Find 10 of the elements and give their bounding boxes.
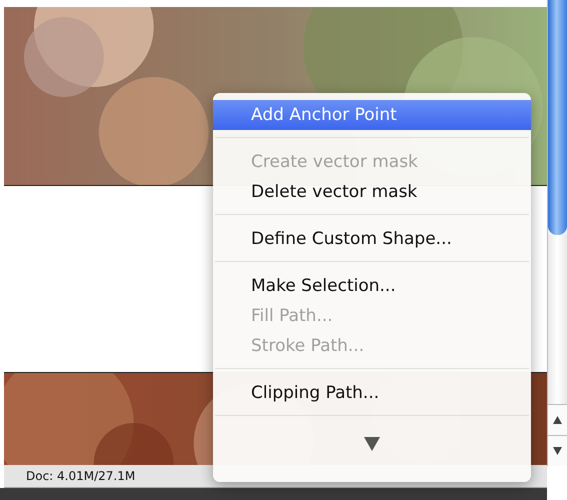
menu-item[interactable]: Add Anchor Point xyxy=(213,100,531,130)
scroll-up-icon[interactable] xyxy=(548,404,567,435)
menu-item[interactable]: Clipping Path... xyxy=(213,378,531,408)
menu-item[interactable]: Delete vector mask xyxy=(213,177,531,207)
document-size: Doc: 4.01M/27.1M xyxy=(26,469,136,483)
menu-item[interactable]: Define Custom Shape... xyxy=(213,224,531,254)
scroll-down-icon[interactable] xyxy=(364,437,380,451)
scroll-down-icon[interactable] xyxy=(548,435,567,466)
menu-item[interactable]: Make Selection... xyxy=(213,271,531,301)
scrollbar-thumb[interactable] xyxy=(548,0,567,235)
